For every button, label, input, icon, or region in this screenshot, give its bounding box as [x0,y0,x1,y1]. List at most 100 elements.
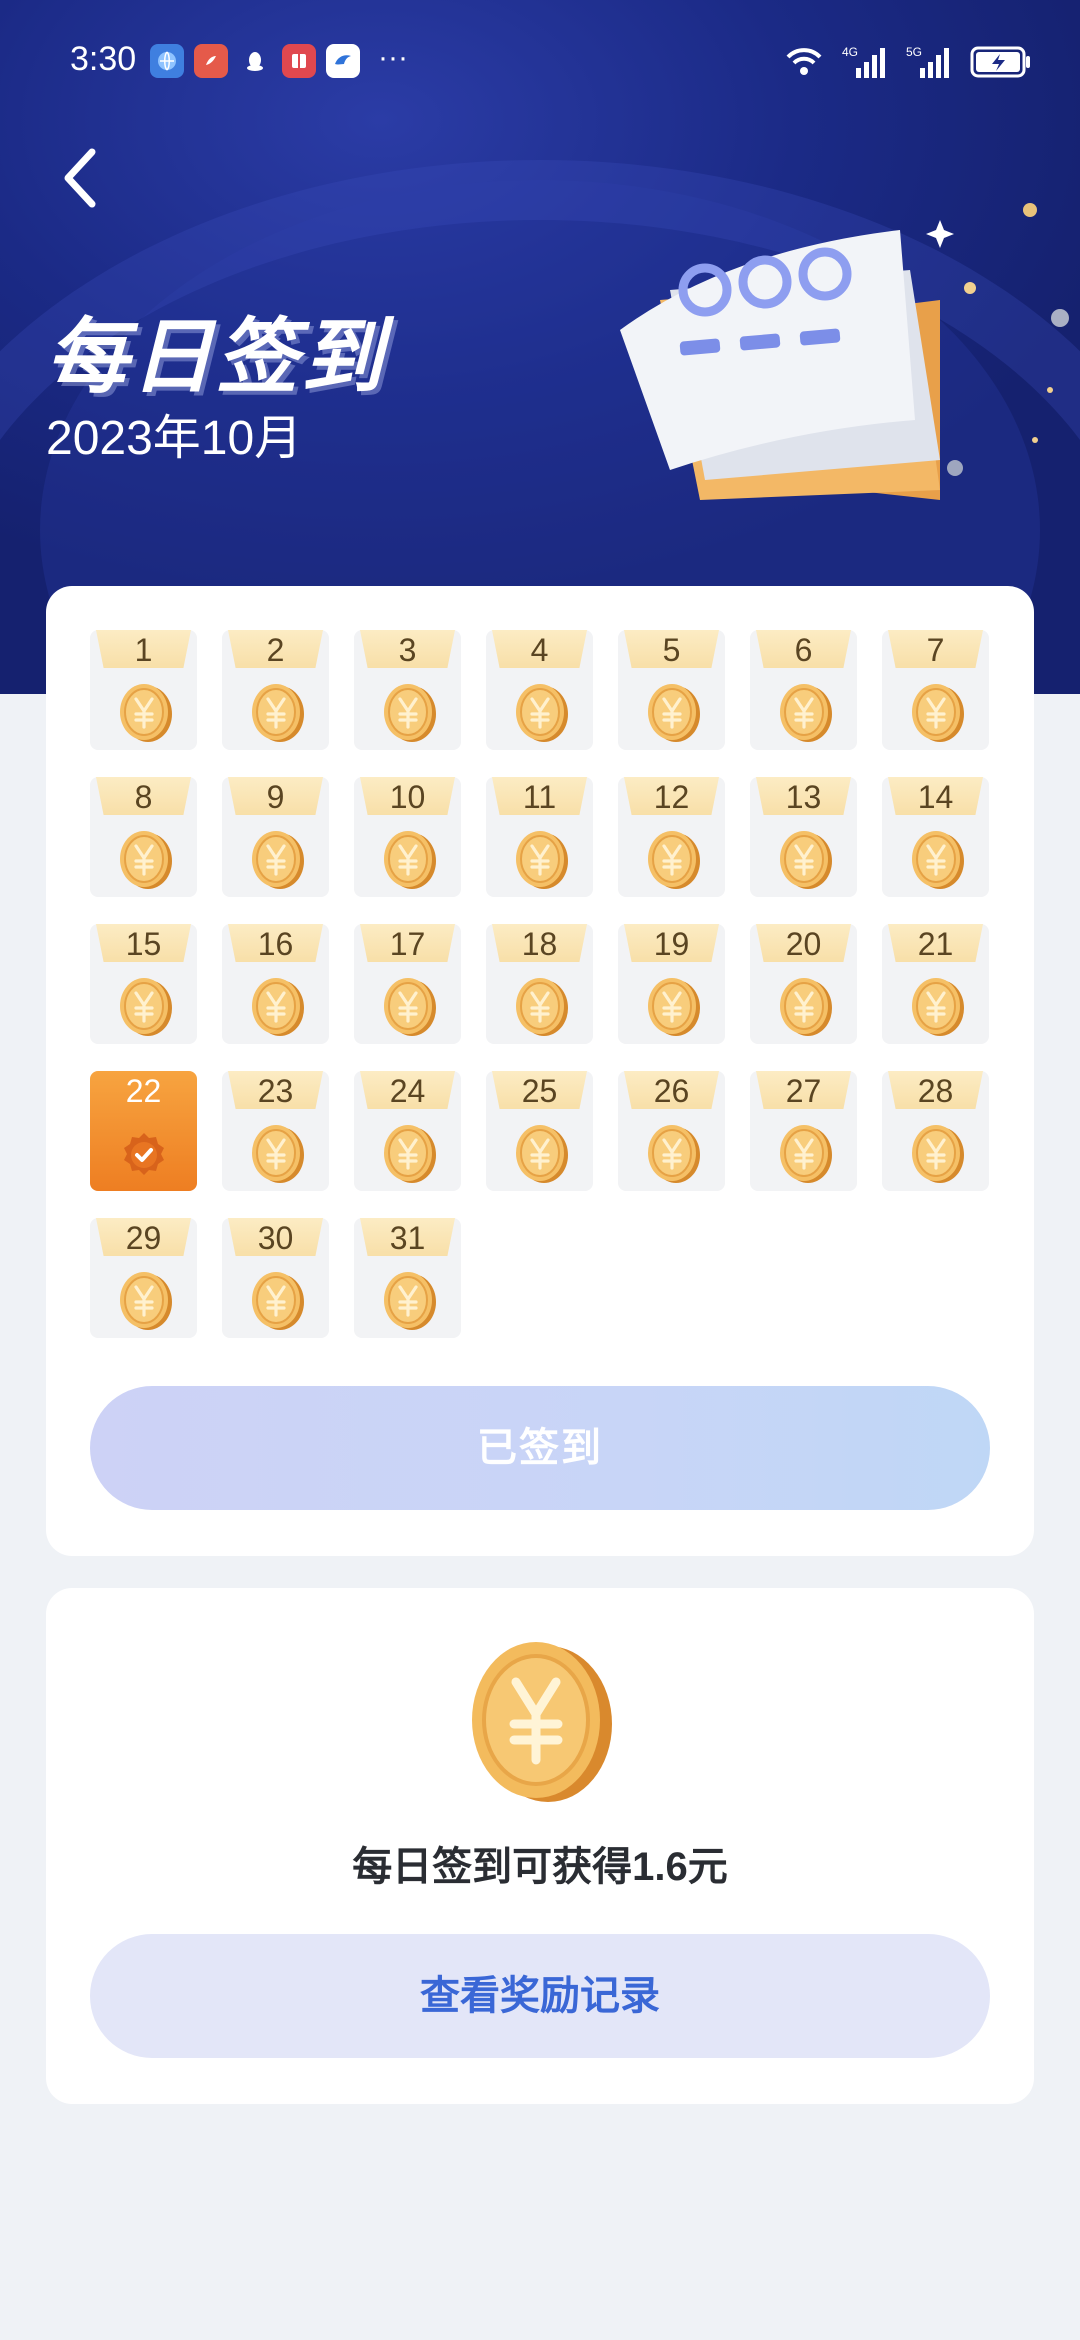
day-cell[interactable]: 3 [354,630,461,750]
signal-5g-icon: 5G [906,45,949,78]
signed-button[interactable]: 已签到 [90,1386,990,1510]
day-cell[interactable]: 18 [486,924,593,1044]
day-cell[interactable]: 26 [618,1071,725,1191]
day-number: 10 [389,779,426,815]
day-cell[interactable]: 5 [618,630,725,750]
coin-icon [912,1125,964,1183]
day-number: 23 [257,1073,294,1109]
coin-icon [780,978,832,1036]
coin-icon [516,1125,568,1183]
coin-icon [384,1272,436,1330]
chevron-left-icon [64,148,96,208]
calendar-card: 1 2 3 4 5 6 7 8 9 10 11 12 13 14 15 16 17 18 19 20 21 22 23 24 2… [46,586,1034,1556]
day-cell[interactable]: 14 [882,777,989,897]
status-indicators: 4G 5G [784,44,1032,80]
qq-icon [238,44,272,78]
day-cell[interactable]: 28 [882,1071,989,1191]
day-number: 21 [917,926,954,962]
day-cell[interactable]: 7 [882,630,989,750]
day-number: 22 [125,1073,162,1109]
day-cell[interactable]: 8 [90,777,197,897]
day-number: 3 [398,632,417,668]
coin-icon [912,831,964,889]
calendar-illustration [620,203,1069,500]
coin-icon [516,831,568,889]
day-cell[interactable]: 2 [222,630,329,750]
coin-icon [780,684,832,742]
day-number: 2 [266,632,285,668]
coin-icon [384,978,436,1036]
day-number: 12 [653,779,690,815]
reward-card: 每日签到可获得1.6元 查看奖励记录 [46,1588,1034,2104]
coin-icon [252,978,304,1036]
day-cell[interactable]: 21 [882,924,989,1044]
bird-icon [326,44,360,78]
coin-icon [516,684,568,742]
day-number: 25 [521,1073,558,1109]
day-number: 16 [257,926,294,962]
day-cell[interactable]: 13 [750,777,857,897]
status-more: ··· [378,41,408,74]
day-number: 28 [917,1073,954,1109]
coin-icon [780,1125,832,1183]
coin-icon [252,1125,304,1183]
day-cell[interactable]: 30 [222,1218,329,1338]
back-button[interactable] [52,140,112,216]
day-number: 8 [134,779,153,815]
coin-icon [472,1642,612,1802]
coin-icon [780,831,832,889]
net-label-4g: 4G [842,45,858,59]
coin-icon [120,684,172,742]
day-cell[interactable]: 20 [750,924,857,1044]
coin-icon [384,1125,436,1183]
coin-icon [912,684,964,742]
signal-4g-icon: 4G [842,45,885,78]
day-number: 20 [785,926,822,962]
day-cell[interactable]: 10 [354,777,461,897]
day-number: 6 [794,632,813,668]
day-number: 13 [785,779,822,815]
coin-icon [252,1272,304,1330]
checkmark-badge-icon [124,1133,164,1175]
coin-icon [516,978,568,1036]
reward-text: 每日签到可获得1.6元 [352,1845,728,1889]
battery-icon [970,46,1030,78]
coin-icon [120,978,172,1036]
net-label-5g: 5G [906,45,922,59]
status-time: 3:30 [70,40,137,78]
wifi-icon [786,48,822,75]
day-number: 27 [785,1073,822,1109]
day-cell[interactable]: 17 [354,924,461,1044]
day-cell[interactable]: 29 [90,1218,197,1338]
day-cell[interactable]: 9 [222,777,329,897]
status-bar: 3:30 ··· 4G 5G [0,0,1080,120]
day-cell[interactable]: 15 [90,924,197,1044]
view-reward-record-button[interactable]: 查看奖励记录 [90,1934,990,2058]
day-cell[interactable]: 4 [486,630,593,750]
day-number: 9 [266,779,285,815]
day-number: 30 [257,1220,294,1256]
coin-icon [120,1272,172,1330]
day-cell[interactable]: 24 [354,1071,461,1191]
day-cell[interactable]: 6 [750,630,857,750]
day-number: 7 [926,632,945,668]
day-cell[interactable]: 27 [750,1071,857,1191]
day-cell[interactable]: 11 [486,777,593,897]
day-cell[interactable]: 16 [222,924,329,1044]
coin-icon [648,831,700,889]
day-cell[interactable]: 23 [222,1071,329,1191]
status-app-icons: ··· [150,41,408,78]
page-title: 每日签到 [46,312,386,403]
day-number: 19 [653,926,690,962]
day-cell[interactable]: 25 [486,1071,593,1191]
coin-icon [120,831,172,889]
day-cell[interactable]: 12 [618,777,725,897]
day-cell[interactable]: 19 [618,924,725,1044]
app-icon [194,44,228,78]
day-cell-signed[interactable]: 22 [90,1071,197,1191]
coin-icon [252,831,304,889]
day-cell[interactable]: 31 [354,1218,461,1338]
day-cell[interactable]: 1 [90,630,197,750]
browser-icon [150,44,184,78]
day-number: 15 [125,926,162,962]
